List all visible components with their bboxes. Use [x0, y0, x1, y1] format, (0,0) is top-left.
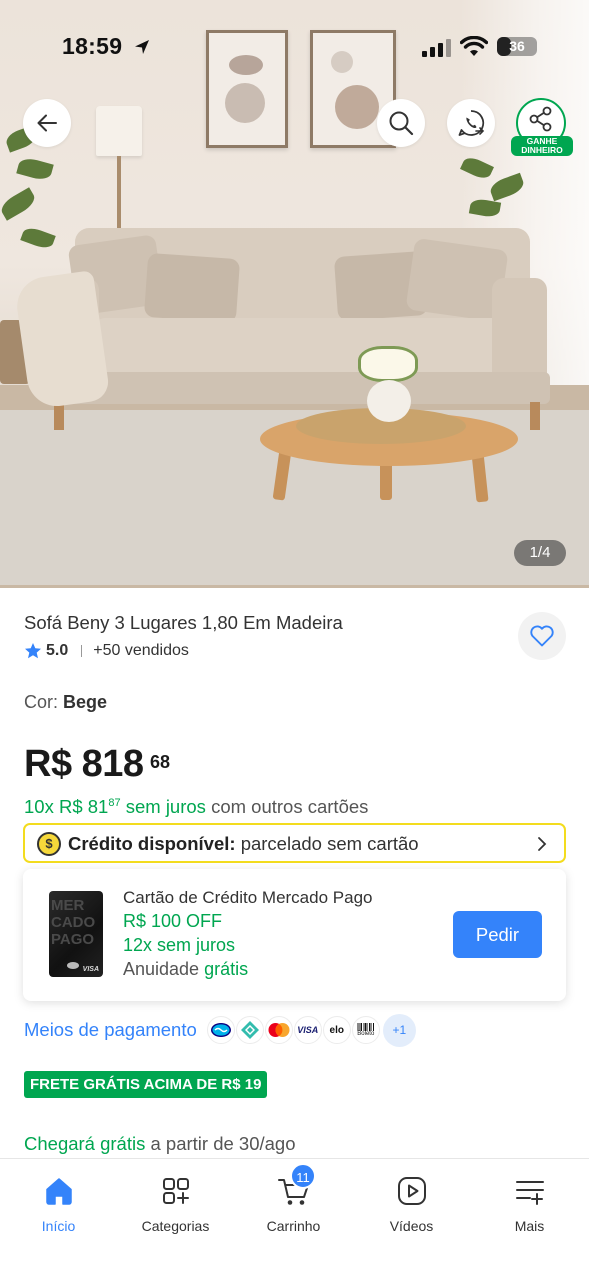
- nav-cart-label: Carrinho: [266, 1218, 321, 1234]
- color-label: Cor:: [24, 692, 59, 712]
- request-card-button[interactable]: Pedir: [453, 911, 542, 958]
- floor-lamp: [96, 106, 142, 156]
- battery-level: 36: [509, 38, 525, 54]
- payment-methods-link[interactable]: Meios de pagamento: [24, 1019, 197, 1041]
- card-offer-installments: 12x sem juros: [123, 935, 236, 955]
- earn-money-label: GANHE DINHEIRO: [521, 136, 563, 155]
- rating-row[interactable]: 5.0 +50 vendidos: [24, 641, 189, 661]
- status-time: 18:59: [62, 33, 123, 59]
- credit-value: parcelado sem cartão: [240, 833, 419, 854]
- nav-categories-label: Categorias: [141, 1218, 210, 1234]
- credit-card-offer[interactable]: MER CADO PAGO VISA Cartão de Crédito Mer…: [23, 869, 566, 1001]
- sold-count: +50 vendidos: [93, 642, 189, 659]
- search-icon: [389, 111, 414, 136]
- color-selector[interactable]: Cor: Bege: [24, 692, 107, 713]
- installments-cents: 87: [108, 796, 121, 809]
- more-payment-methods[interactable]: +1: [382, 1013, 416, 1047]
- card-offer-fee: Anuidade grátis: [123, 959, 248, 980]
- nav-more-label: Mais: [514, 1218, 545, 1234]
- card-offer-discount: R$ 100 OFF: [123, 911, 223, 931]
- nav-home[interactable]: Início: [0, 1173, 117, 1234]
- back-button[interactable]: [23, 99, 71, 147]
- installments-suffix: com outros cartões: [211, 796, 369, 817]
- nav-more[interactable]: Mais: [471, 1173, 588, 1234]
- delivery-highlight: Chegará grátis: [24, 1133, 146, 1154]
- mercado-pago-icon: [206, 1016, 235, 1044]
- arrow-left-icon: [37, 114, 57, 132]
- cellular-signal-icon: [422, 39, 451, 57]
- credit-label: Crédito disponível:: [68, 833, 236, 854]
- categories-icon: [162, 1178, 189, 1204]
- whatsapp-share-button[interactable]: [447, 99, 495, 147]
- cart-count-badge: 11: [290, 1163, 316, 1189]
- more-icon: [515, 1181, 544, 1205]
- status-bar: 18:59 36: [0, 30, 589, 66]
- star-icon: [25, 643, 41, 659]
- elo-icon: elo: [322, 1016, 351, 1044]
- video-icon: [397, 1177, 426, 1205]
- payment-methods-row[interactable]: Meios de pagamento VISA elo Boleto +1: [24, 1013, 416, 1047]
- nav-videos[interactable]: Vídeos: [353, 1173, 470, 1234]
- price-main: R$ 818: [24, 743, 144, 785]
- nav-videos-label: Vídeos: [389, 1218, 434, 1234]
- nav-home-label: Início: [41, 1218, 76, 1234]
- boleto-text: Boleto: [357, 1031, 375, 1037]
- location-arrow-icon: [135, 40, 149, 54]
- chevron-right-icon: [538, 837, 547, 851]
- delivery-date: a partir de 30/ago: [150, 1133, 296, 1154]
- mastercard-icon: [264, 1016, 293, 1044]
- price-cents: 68: [150, 752, 171, 772]
- coin-icon: $: [37, 832, 61, 856]
- earn-money-badge[interactable]: GANHE DINHEIRO: [511, 136, 573, 156]
- visa-icon: VISA: [293, 1016, 322, 1044]
- card-logo-text: MER CADO PAGO: [51, 897, 96, 948]
- flower-vase: [358, 346, 418, 382]
- installments-info: 10x R$ 8187 sem juros com outros cartões: [24, 796, 368, 818]
- elo-text: elo: [329, 1024, 344, 1036]
- plant-leaf: [0, 187, 39, 221]
- installments-interest: sem juros: [125, 796, 206, 817]
- card-offer-title: Cartão de Crédito Mercado Pago: [123, 888, 373, 907]
- divider: [81, 645, 83, 657]
- boleto-icon: Boleto: [351, 1016, 380, 1044]
- favorite-button[interactable]: [518, 612, 566, 660]
- pix-icon: [235, 1016, 264, 1044]
- mercado-pago-card-image: MER CADO PAGO VISA: [49, 891, 103, 977]
- free-shipping-tag: FRETE GRÁTIS ACIMA DE R$ 19: [24, 1071, 268, 1098]
- product-image[interactable]: 1/4: [0, 0, 589, 588]
- delivery-estimate: Chegará grátis a partir de 30/ago: [24, 1133, 296, 1155]
- heart-icon: [530, 625, 554, 647]
- nav-categories[interactable]: Categorias: [117, 1173, 234, 1234]
- installments-amount: 10x R$ 81: [24, 796, 109, 817]
- card-fee-label: Anuidade: [123, 959, 200, 979]
- rating-score: 5.0: [46, 642, 69, 659]
- whatsapp-icon: [458, 110, 485, 136]
- plant-leaf: [16, 155, 54, 183]
- image-page-indicator: 1/4: [514, 540, 566, 566]
- share-icon: [529, 106, 552, 132]
- credit-available-banner[interactable]: $ Crédito disponível: parcelado sem cart…: [23, 823, 566, 863]
- visa-text: VISA: [297, 1025, 319, 1035]
- battery-icon: 36: [497, 37, 537, 56]
- color-value: Bege: [63, 692, 108, 712]
- card-fee-value: grátis: [204, 959, 249, 979]
- wifi-icon: [460, 36, 488, 56]
- home-icon: [45, 1178, 72, 1205]
- product-title: Sofá Beny 3 Lugares 1,80 Em Madeira: [24, 612, 343, 633]
- card-brand: VISA: [82, 966, 99, 973]
- search-button[interactable]: [377, 99, 425, 147]
- plant-leaf: [20, 225, 56, 251]
